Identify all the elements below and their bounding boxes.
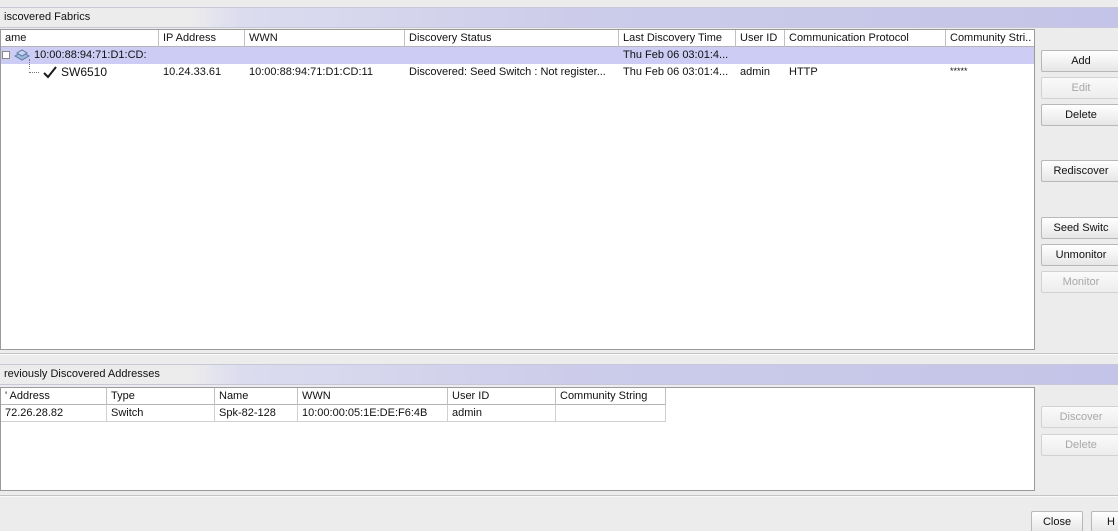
switch-user-id: admin: [740, 66, 770, 78]
fabric-name: 10:00:88:94:71:D1:CD:: [34, 49, 147, 61]
column-header-prev-community-string[interactable]: Community String: [556, 388, 666, 405]
column-header-prev-user-id[interactable]: User ID: [448, 388, 556, 405]
prev-address-ip: 72.26.28.82: [1, 405, 107, 422]
column-header-type[interactable]: Type: [107, 388, 215, 405]
tree-connector-horizontal: [29, 72, 39, 73]
column-header-prev-name[interactable]: Name: [215, 388, 298, 405]
switch-wwn: 10:00:88:94:71:D1:CD:11: [249, 66, 373, 78]
column-header-name[interactable]: ame: [1, 30, 159, 47]
fabric-last-discovery-time: Thu Feb 06 03:01:4...: [623, 49, 729, 61]
previous-addresses-table[interactable]: ' Address Type Name WWN User ID Communit…: [0, 387, 1035, 491]
column-header-community-string[interactable]: Community Stri..: [946, 30, 1034, 47]
column-header-ip-address[interactable]: IP Address: [159, 30, 245, 47]
prev-address-wwn: 10:00:00:05:1E:DE:F6:4B: [298, 405, 448, 422]
column-header-discovery-status[interactable]: Discovery Status: [405, 30, 619, 47]
column-header-communication-protocol[interactable]: Communication Protocol: [785, 30, 946, 47]
fabric-icon: [13, 48, 31, 62]
edit-button[interactable]: Edit: [1041, 77, 1118, 99]
column-header-address[interactable]: ' Address: [1, 388, 107, 405]
switch-ip-address: 10.24.33.61: [163, 66, 222, 78]
column-header-prev-wwn[interactable]: WWN: [298, 388, 448, 405]
prev-address-user-id: admin: [448, 405, 556, 422]
delete-fabric-button[interactable]: Delete: [1041, 104, 1118, 126]
switch-discovery-status: Discovered: Seed Switch : Not register..…: [409, 66, 606, 78]
seed-switch-button[interactable]: Seed Switc: [1041, 217, 1118, 239]
help-button[interactable]: H: [1091, 511, 1118, 531]
switch-community-string: *****: [950, 66, 968, 76]
collapse-toggle-icon[interactable]: [2, 51, 10, 59]
switch-protocol: HTTP: [789, 66, 818, 78]
delete-address-button[interactable]: Delete: [1041, 434, 1118, 456]
previous-addresses-title: reviously Discovered Addresses: [4, 368, 160, 380]
checkmark-icon: [43, 66, 57, 79]
close-button[interactable]: Close: [1031, 511, 1083, 531]
previous-addresses-table-header: ' Address Type Name WWN User ID Communit…: [1, 388, 666, 405]
column-header-user-id[interactable]: User ID: [736, 30, 785, 47]
column-header-wwn[interactable]: WWN: [245, 30, 405, 47]
discover-button[interactable]: Discover: [1041, 406, 1118, 428]
previous-addresses-header: reviously Discovered Addresses: [0, 364, 1118, 385]
previous-address-row[interactable]: 72.26.28.82 Switch Spk-82-128 10:00:00:0…: [1, 405, 666, 422]
prev-address-community: [556, 405, 666, 422]
discovered-fabrics-table[interactable]: ame IP Address WWN Discovery Status Last…: [0, 29, 1035, 350]
prev-address-name: Spk-82-128: [215, 405, 298, 422]
unmonitor-button[interactable]: Unmonitor: [1041, 244, 1118, 266]
switch-last-discovery-time: Thu Feb 06 03:01:4...: [623, 66, 729, 78]
discovered-fabrics-header: iscovered Fabrics: [0, 7, 1118, 28]
panel-divider: [0, 353, 1118, 355]
fabric-row[interactable]: 10:00:88:94:71:D1:CD: Thu Feb 06 03:01:4…: [1, 47, 1034, 64]
tree-connector-vertical: [29, 59, 30, 69]
column-header-last-discovery-time[interactable]: Last Discovery Time: [619, 30, 736, 47]
rediscover-button[interactable]: Rediscover: [1041, 160, 1118, 182]
switch-row[interactable]: SW6510 10.24.33.61 10:00:88:94:71:D1:CD:…: [1, 59, 1034, 81]
add-button[interactable]: Add: [1041, 50, 1118, 72]
monitor-button[interactable]: Monitor: [1041, 271, 1118, 293]
prev-address-type: Switch: [107, 405, 215, 422]
footer-divider: [0, 495, 1118, 497]
discovered-fabrics-table-header: ame IP Address WWN Discovery Status Last…: [1, 30, 1034, 47]
discovered-fabrics-title: iscovered Fabrics: [4, 11, 91, 23]
switch-name: SW6510: [61, 65, 108, 79]
